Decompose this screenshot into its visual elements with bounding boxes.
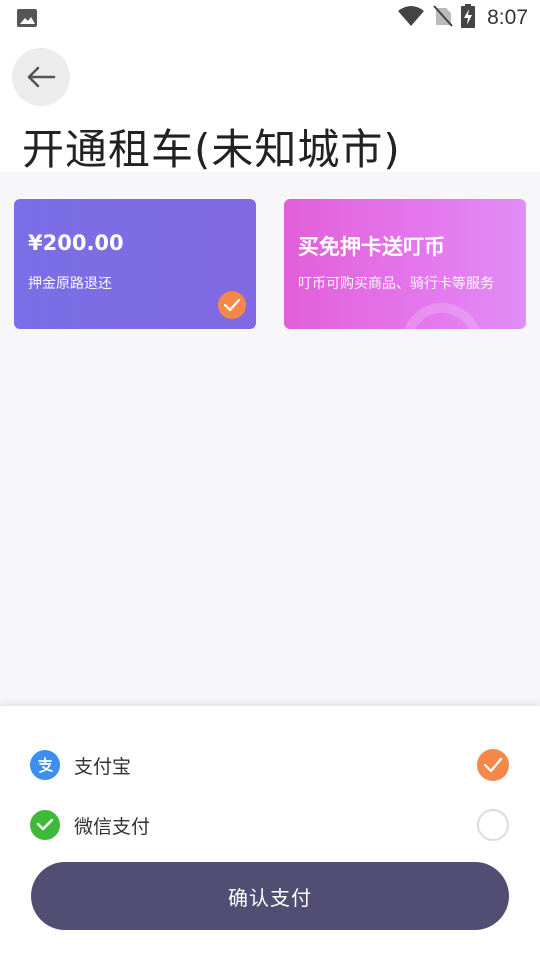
- alipay-icon: [30, 750, 60, 780]
- alipay-label: 支付宝: [74, 755, 132, 778]
- deposit-free-card-option[interactable]: 买免押卡送叮币 叮币可购买商品、骑行卡等服务: [284, 199, 526, 329]
- decorative-ring: [402, 303, 482, 329]
- status-bar: 8:07: [0, 0, 540, 36]
- arrow-left-icon: [27, 66, 56, 88]
- deposit-option-card[interactable]: ¥200.00 押金原路退还: [14, 199, 256, 329]
- alipay-radio[interactable]: [477, 749, 509, 781]
- payment-method-wechat[interactable]: 微信支付: [0, 800, 540, 850]
- selected-check-icon: [218, 291, 246, 319]
- wechat-pay-label: 微信支付: [74, 815, 151, 838]
- status-icons: 8:07: [397, 4, 528, 32]
- payment-method-alipay[interactable]: 支付宝: [0, 740, 540, 790]
- no-sim-icon: [433, 5, 453, 31]
- back-button[interactable]: [12, 48, 70, 106]
- page-title: 开通租车(未知城市): [22, 125, 401, 174]
- status-time: 8:07: [487, 6, 528, 29]
- confirm-payment-button[interactable]: 确认支付: [31, 862, 509, 930]
- promo-note: 叮币可购买商品、骑行卡等服务: [298, 276, 494, 292]
- deposit-note: 押金原路退还: [28, 276, 112, 292]
- image-icon: [16, 8, 38, 28]
- battery-charging-icon: [461, 4, 476, 32]
- wechat-pay-icon: [30, 810, 60, 840]
- promo-title: 买免押卡送叮币: [298, 235, 445, 259]
- deposit-amount: ¥200.00: [28, 231, 124, 255]
- wechat-pay-radio[interactable]: [477, 809, 509, 841]
- wifi-icon: [397, 5, 425, 31]
